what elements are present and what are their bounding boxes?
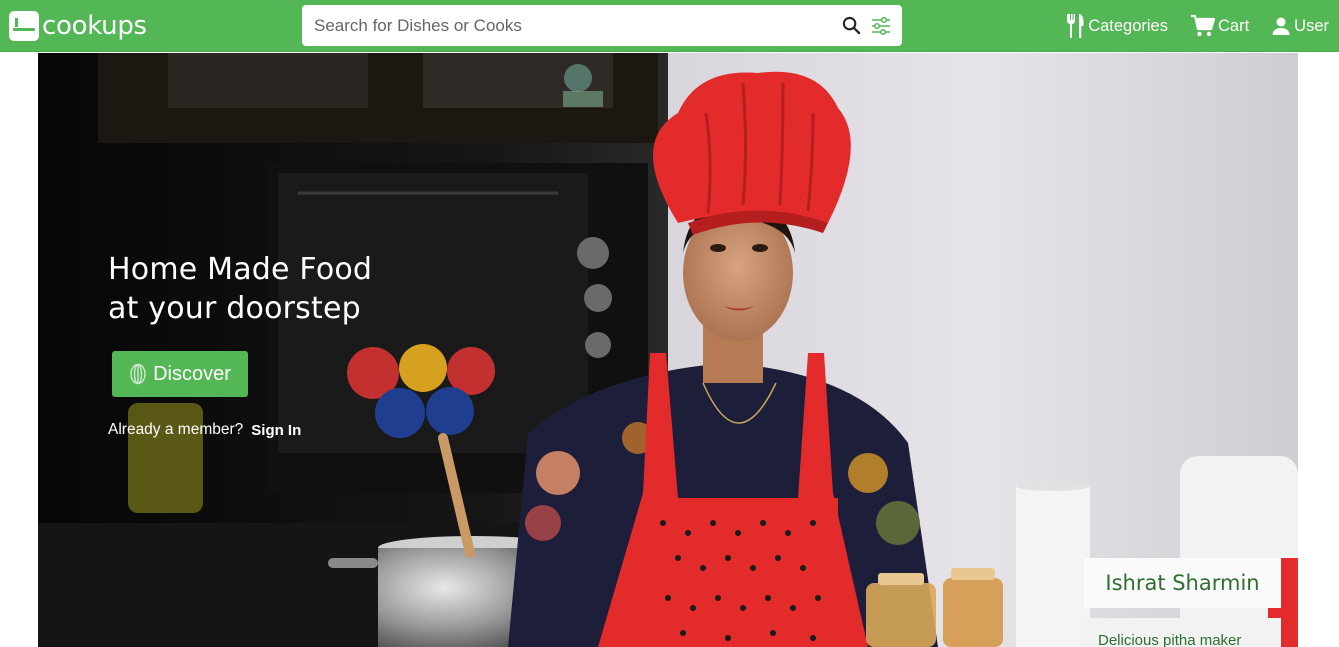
search-icon[interactable] (840, 15, 862, 37)
brand-name: cookups (42, 11, 147, 41)
signin-link[interactable]: Sign In (251, 422, 301, 439)
discover-label: Discover (153, 362, 231, 385)
discover-button[interactable]: Discover (112, 351, 248, 397)
filter-icon[interactable] (870, 15, 892, 37)
nav-categories[interactable]: Categories (1065, 13, 1168, 39)
nav-user[interactable]: User (1271, 16, 1329, 36)
user-icon (1272, 17, 1290, 35)
brand-logo-icon (9, 11, 39, 41)
member-prompt: Already a member? (108, 421, 244, 438)
member-signin-line: Already a member? Sign In (108, 421, 301, 439)
whisk-icon (130, 363, 146, 385)
nav-user-label: User (1294, 16, 1329, 35)
brand-logo[interactable]: cookups (9, 9, 147, 43)
hero-title: Home Made Food at your doorstep (108, 250, 528, 328)
fork-knife-icon (1067, 14, 1084, 38)
nav-cart[interactable]: Cart (1190, 14, 1249, 38)
hero-title-line1: Home Made Food (108, 252, 373, 287)
cook-description: Delicious pitha maker (1082, 618, 1281, 647)
cart-icon (1190, 14, 1215, 37)
hero-title-line2: at your doorstep (108, 291, 361, 326)
search-bar (302, 5, 902, 46)
nav-categories-label: Categories (1088, 16, 1168, 35)
nav-menu: Categories Cart User (1065, 0, 1339, 52)
search-input[interactable] (302, 5, 840, 46)
nav-cart-label: Cart (1217, 16, 1250, 35)
cook-name-card[interactable]: Ishrat Sharmin (1084, 558, 1281, 608)
hero-banner: Home Made Food at your doorstep Discover… (38, 53, 1298, 647)
top-navbar: cookups Categories (0, 0, 1339, 52)
